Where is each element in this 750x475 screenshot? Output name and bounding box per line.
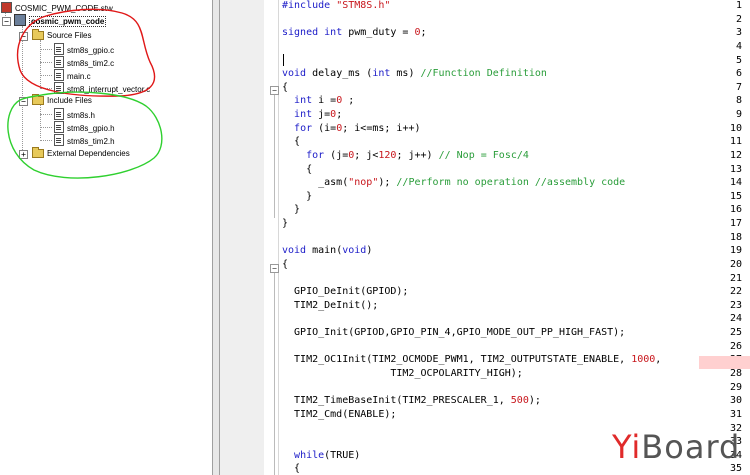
line-number: 11 (729, 136, 742, 147)
line-number: 15 (729, 191, 742, 202)
fold-line (274, 273, 275, 475)
code-line: while(TRUE) (294, 450, 361, 461)
line-number: 6 (735, 68, 742, 79)
code-line: for (i=0; i<=ms; i++) (294, 123, 421, 134)
yiboard-watermark: YiBoard (612, 428, 740, 466)
code-line: { (282, 463, 301, 474)
line-number: 30 (729, 395, 742, 406)
project-tree-panel: COSMIC_PWM_CODE.stw − cosmic_pwm_code − … (0, 0, 212, 475)
code-editor[interactable]: 1 #include "STM8S.h" 2 3 signed int pwm_duty… (220, 0, 750, 475)
line-number: 12 (729, 150, 742, 161)
line-number: 2 (735, 14, 742, 25)
line-number: 17 (729, 218, 742, 229)
code-line: { (282, 164, 313, 175)
line-number: 10 (729, 123, 742, 134)
code-line: } (282, 191, 313, 202)
code-line: TIM2_OC1Init(TIM2_OCMODE_PWM1, TIM2_OUTP… (282, 354, 662, 365)
red-annotation-circle (16, 8, 156, 97)
line-number: 24 (729, 313, 742, 324)
line-number: 14 (729, 177, 742, 188)
panel-splitter[interactable] (212, 0, 220, 475)
line-number-gutter (220, 0, 265, 475)
fold-line (274, 95, 275, 218)
code-line: int j=0; (294, 109, 343, 120)
code-line: { (282, 259, 289, 270)
code-line: void main(void) (282, 245, 373, 256)
line-number: 28 (729, 368, 742, 379)
line-number: 21 (729, 273, 742, 284)
code-line: void delay_ms (int ms) //Function Defini… (282, 68, 547, 79)
code-line: TIM2_OCPOLARITY_HIGH); (282, 368, 523, 379)
code-line: } (282, 204, 301, 215)
selection-highlight (699, 356, 750, 369)
line-number: 25 (729, 327, 742, 338)
line-number: 31 (729, 409, 742, 420)
line-number: 23 (729, 300, 742, 311)
code-line: GPIO_DeInit(GPIOD); (282, 286, 409, 297)
code-line: } (282, 218, 289, 229)
line-number: 1 (735, 0, 742, 11)
fold-marker-delay-ms[interactable]: − (270, 86, 279, 95)
text-cursor (283, 54, 284, 66)
line-number: 3 (735, 27, 742, 38)
green-annotation-circle (7, 91, 163, 179)
code-line: { (282, 82, 289, 93)
code-line: signed int pwm_duty = 0; (282, 27, 427, 38)
code-line: TIM2_TimeBaseInit(TIM2_PRESCALER_1, 500)… (282, 395, 541, 406)
code-line: for (j=0; j<120; j++) // Nop = Fosc/4 (306, 150, 529, 161)
code-line: TIM2_Cmd(ENABLE); (282, 409, 397, 420)
line-number: 18 (729, 232, 742, 243)
line-number: 20 (729, 259, 742, 270)
code-line: _asm("nop"); //Perform no operation //as… (282, 177, 626, 188)
line-number: 4 (735, 41, 742, 52)
watermark-suffix: Board (641, 428, 741, 466)
fold-marker-main[interactable]: − (270, 264, 279, 273)
fold-margin (264, 0, 279, 475)
annotation-overlay (7, 8, 163, 179)
line-number: 19 (729, 245, 742, 256)
watermark-prefix: Yi (612, 428, 642, 466)
line-number: 5 (735, 55, 742, 66)
code-line: int i =0 ; (294, 95, 355, 106)
code-line: { (282, 136, 301, 147)
line-number: 9 (735, 109, 742, 120)
code-line: GPIO_Init(GPIOD,GPIO_PIN_4,GPIO_MODE_OUT… (282, 327, 626, 338)
line-number: 16 (729, 204, 742, 215)
line-number: 22 (729, 286, 742, 297)
line-number: 7 (735, 82, 742, 93)
line-number: 29 (729, 382, 742, 393)
code-line: #include "STM8S.h" (282, 0, 391, 11)
line-number: 26 (729, 341, 742, 352)
code-line: TIM2_DeInit(); (282, 300, 379, 311)
line-number: 8 (735, 95, 742, 106)
line-number: 13 (729, 164, 742, 175)
